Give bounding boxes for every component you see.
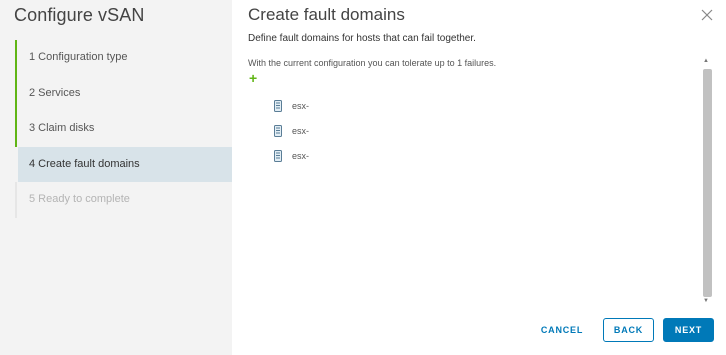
- fault-domain-content: With the current configuration you can t…: [248, 57, 700, 307]
- step-claim-disks[interactable]: 3 Claim disks: [15, 111, 232, 147]
- host-server-icon: [274, 149, 282, 162]
- wizard-sidebar: Configure vSAN 1 Configuration type 2 Se…: [0, 0, 232, 355]
- host-list: esx- esx- esx-: [274, 93, 309, 168]
- add-fault-domain-button[interactable]: +: [249, 71, 257, 85]
- scrollbar-thumb[interactable]: [703, 69, 712, 297]
- scroll-up-arrow-icon[interactable]: ▲: [703, 58, 709, 64]
- host-name: esx-: [292, 100, 310, 111]
- host-item[interactable]: esx-: [274, 143, 309, 168]
- host-server-icon: [274, 124, 282, 137]
- host-item[interactable]: esx-: [274, 93, 309, 118]
- close-button[interactable]: [700, 8, 714, 22]
- page-subtitle: Define fault domains for hosts that can …: [248, 33, 476, 44]
- scroll-down-arrow-icon[interactable]: ▼: [703, 298, 709, 304]
- host-name: esx-: [292, 125, 310, 136]
- main-panel: Create fault domains Define fault domain…: [232, 0, 726, 355]
- wizard-title: Configure vSAN: [14, 5, 145, 25]
- back-button[interactable]: BACK: [603, 318, 654, 342]
- host-name: esx-: [292, 150, 310, 161]
- step-ready-to-complete: 5 Ready to complete: [15, 182, 232, 218]
- page-title: Create fault domains: [248, 5, 405, 24]
- next-button[interactable]: NEXT: [663, 318, 714, 342]
- wizard-steps: 1 Configuration type 2 Services 3 Claim …: [15, 40, 232, 218]
- wizard-footer: CANCEL BACK NEXT: [232, 318, 726, 342]
- step-create-fault-domains[interactable]: 4 Create fault domains: [18, 146, 232, 182]
- cancel-button[interactable]: CANCEL: [537, 318, 587, 342]
- host-server-icon: [274, 99, 282, 112]
- content-scrollbar[interactable]: ▲ ▼: [701, 57, 712, 307]
- step-services[interactable]: 2 Services: [15, 75, 232, 111]
- step-configuration-type[interactable]: 1 Configuration type: [15, 40, 232, 76]
- close-icon: [701, 9, 713, 21]
- host-item[interactable]: esx-: [274, 118, 309, 143]
- tolerance-info-text: With the current configuration you can t…: [248, 58, 497, 68]
